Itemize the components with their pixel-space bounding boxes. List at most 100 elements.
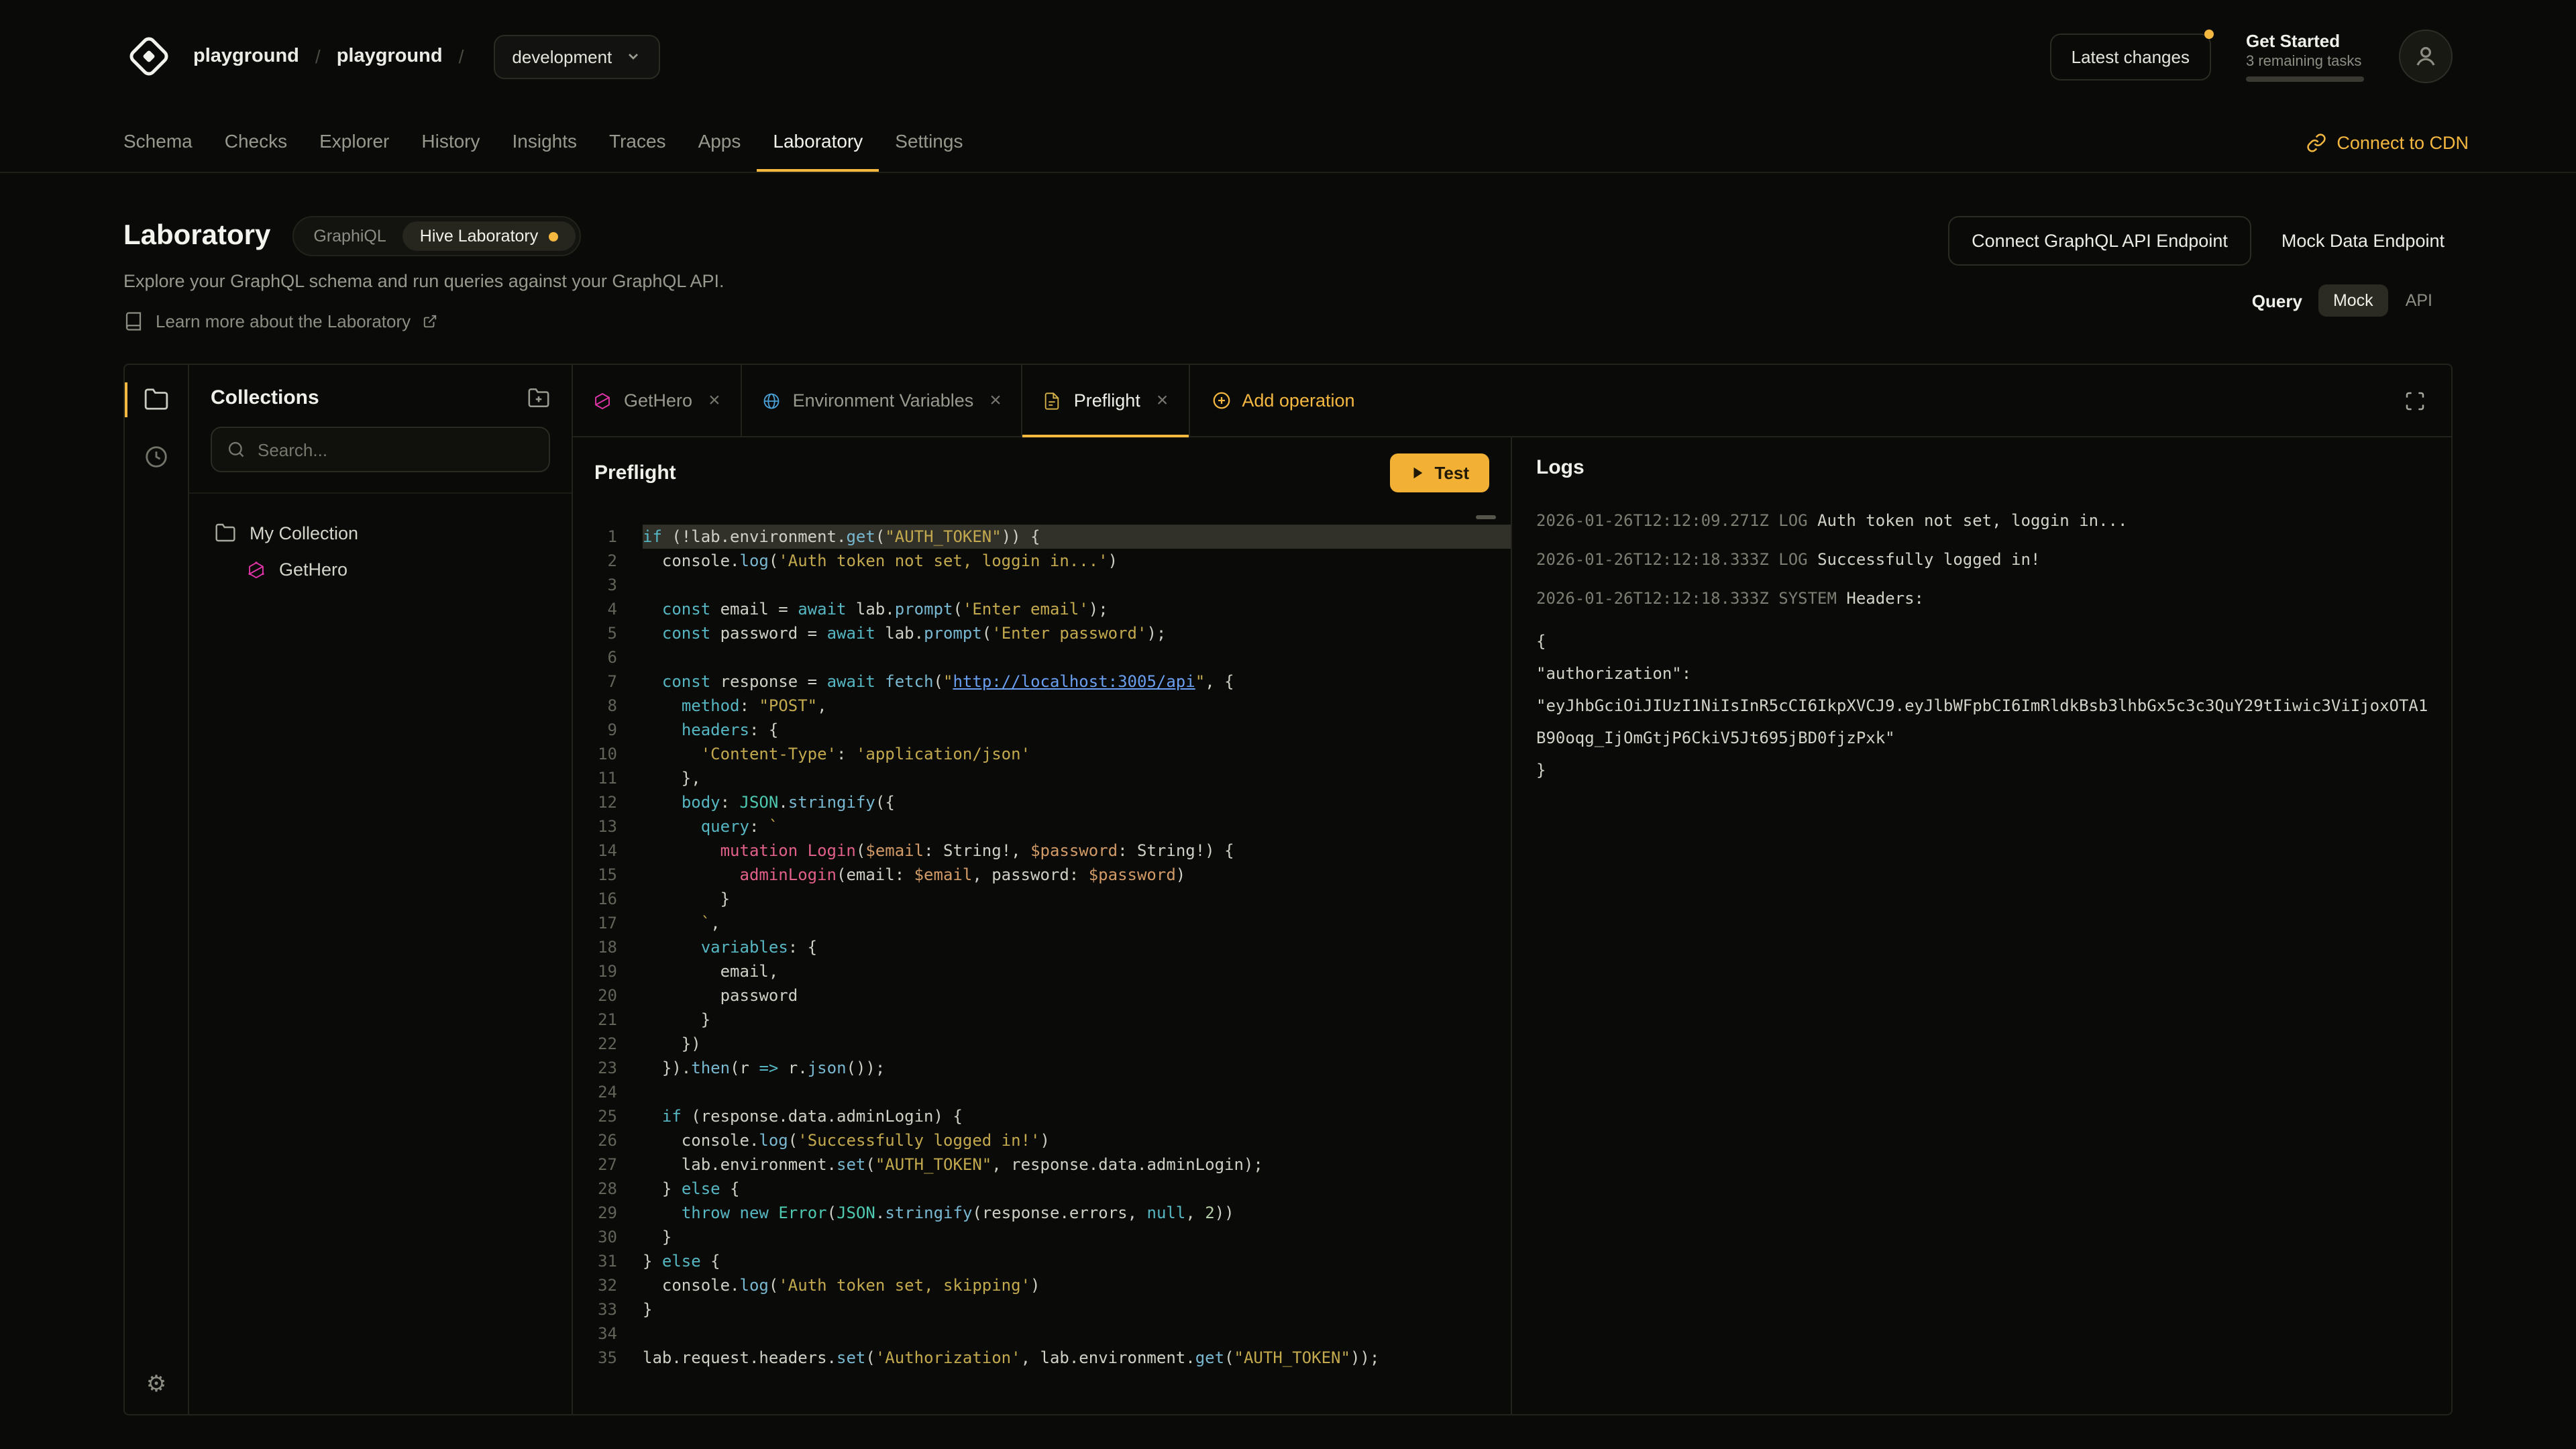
settings-rail-button[interactable]: ⚙: [146, 1373, 167, 1395]
graphiql-badge[interactable]: GraphiQL: [297, 221, 402, 251]
code-line[interactable]: 3: [573, 573, 1511, 597]
close-icon[interactable]: ×: [989, 389, 1002, 412]
nav-tab-checks[interactable]: Checks: [209, 113, 303, 172]
code-line[interactable]: 17 `,: [573, 911, 1511, 935]
code-line[interactable]: 15 adminLogin(email: $email, password: $…: [573, 863, 1511, 887]
nav-tab-schema[interactable]: Schema: [107, 113, 209, 172]
close-icon[interactable]: ×: [708, 389, 720, 412]
latest-changes-label: Latest changes: [2072, 46, 2190, 66]
add-operation-button[interactable]: Add operation: [1189, 365, 1376, 436]
code-line[interactable]: 7 const response = await fetch("http://l…: [573, 669, 1511, 694]
code-line[interactable]: 11 },: [573, 766, 1511, 790]
code-line[interactable]: 22 }): [573, 1032, 1511, 1056]
code-line[interactable]: 1if (!lab.environment.get("AUTH_TOKEN"))…: [573, 525, 1511, 549]
code-line[interactable]: 20 password: [573, 983, 1511, 1008]
page-head-left: Laboratory GraphiQL Hive Laboratory Expl…: [123, 216, 724, 331]
tab-preflight[interactable]: Preflight ×: [1023, 365, 1190, 436]
nav-tab-traces[interactable]: Traces: [593, 113, 682, 172]
fold-marker[interactable]: [1476, 515, 1496, 519]
notification-dot: [2204, 29, 2214, 38]
top-header: playground / playground / development La…: [0, 0, 2576, 113]
query-endpoint-toggle: Query Mock API: [2252, 284, 2453, 317]
search-input[interactable]: [258, 439, 534, 460]
tab-label: GetHero: [624, 390, 692, 411]
connect-graphql-endpoint-button[interactable]: Connect GraphQL API Endpoint: [1947, 216, 2252, 266]
log-raw-line: "eyJhbGciOiJIUzI1NiIsInR5cCI6IkpXVCJ9.ey…: [1536, 690, 2427, 722]
code-line[interactable]: 12 body: JSON.stringify({: [573, 790, 1511, 814]
code-line[interactable]: 34: [573, 1322, 1511, 1346]
new-collection-button[interactable]: [527, 386, 550, 409]
log-raw-line: {: [1536, 625, 2427, 657]
breadcrumb-org[interactable]: playground: [193, 46, 299, 67]
log-raw-line: B90oqg_IjOmGtjP6CkiV5Jt695jBD0fjzPxk": [1536, 722, 2427, 754]
nav-tab-explorer[interactable]: Explorer: [303, 113, 405, 172]
nav-tab-laboratory[interactable]: Laboratory: [757, 113, 879, 172]
collections-rail-button[interactable]: [144, 386, 169, 412]
tab-gethero[interactable]: GetHero ×: [573, 365, 742, 436]
code-line[interactable]: 33}: [573, 1297, 1511, 1322]
nav-tab-insights[interactable]: Insights: [496, 113, 594, 172]
code-line[interactable]: 5 const password = await lab.prompt('Ent…: [573, 621, 1511, 645]
target-selector[interactable]: development: [493, 34, 660, 78]
code-line[interactable]: 8 method: "POST",: [573, 694, 1511, 718]
code-line[interactable]: 10 'Content-Type': 'application/json': [573, 742, 1511, 766]
test-button[interactable]: Test: [1390, 453, 1489, 492]
mock-data-endpoint-button[interactable]: Mock Data Endpoint: [2273, 217, 2453, 264]
hive-logo-icon[interactable]: [123, 31, 174, 82]
collection-item-label: My Collection: [250, 523, 358, 543]
code-line[interactable]: 6: [573, 645, 1511, 669]
code-line[interactable]: 35lab.request.headers.set('Authorization…: [573, 1346, 1511, 1370]
hive-laboratory-badge[interactable]: Hive Laboratory: [402, 221, 576, 251]
code-line[interactable]: 19 email,: [573, 959, 1511, 983]
connect-to-cdn-link[interactable]: Connect to CDN: [2306, 113, 2469, 172]
preflight-code-editor[interactable]: 1if (!lab.environment.get("AUTH_TOKEN"))…: [573, 508, 1511, 1414]
fullscreen-button[interactable]: [2379, 365, 2451, 436]
code-line[interactable]: 26 console.log('Successfully logged in!'…: [573, 1128, 1511, 1152]
nav-tab-history[interactable]: History: [405, 113, 496, 172]
get-started-progress-bar: [2246, 76, 2364, 82]
code-line[interactable]: 29 throw new Error(JSON.stringify(respon…: [573, 1201, 1511, 1225]
learn-more-link[interactable]: Learn more about the Laboratory: [123, 311, 724, 331]
breadcrumb-project[interactable]: playground: [337, 46, 443, 67]
code-line[interactable]: 31} else {: [573, 1249, 1511, 1273]
nav-tabs: SchemaChecksExplorerHistoryInsightsTrace…: [107, 113, 979, 172]
nav-tab-settings[interactable]: Settings: [879, 113, 979, 172]
toggle-mock-option[interactable]: Mock: [2318, 284, 2388, 317]
badge-dot: [549, 231, 558, 241]
code-line[interactable]: 14 mutation Login($email: String!, $pass…: [573, 839, 1511, 863]
code-line[interactable]: 18 variables: {: [573, 935, 1511, 959]
graphql-icon: [593, 391, 612, 410]
document-icon: [1043, 391, 1062, 410]
avatar[interactable]: [2399, 30, 2453, 83]
code-line[interactable]: 27 lab.environment.set("AUTH_TOKEN", res…: [573, 1152, 1511, 1177]
close-icon[interactable]: ×: [1157, 389, 1169, 412]
code-line[interactable]: 4 const email = await lab.prompt('Enter …: [573, 597, 1511, 621]
globe-icon: [762, 391, 781, 410]
code-line[interactable]: 25 if (response.data.adminLogin) {: [573, 1104, 1511, 1128]
history-rail-button[interactable]: [144, 444, 169, 470]
code-line[interactable]: 21 }: [573, 1008, 1511, 1032]
toggle-api-option[interactable]: API: [2391, 284, 2447, 317]
code-line[interactable]: 13 query: `: [573, 814, 1511, 839]
code-line[interactable]: 2 console.log('Auth token not set, loggi…: [573, 549, 1511, 573]
tab-label: Environment Variables: [793, 390, 974, 411]
code-line[interactable]: 16 }: [573, 887, 1511, 911]
latest-changes-button[interactable]: Latest changes: [2050, 33, 2211, 80]
plus-circle-icon: [1211, 390, 1231, 411]
collection-item-my-collection[interactable]: My Collection: [203, 514, 558, 551]
logs-panel: Logs 2026-01-26T12:12:09.271Z LOG Auth t…: [1512, 437, 2451, 1414]
external-link-icon: [423, 314, 437, 329]
tab-environment-variables[interactable]: Environment Variables ×: [742, 365, 1023, 436]
code-line[interactable]: 23 }).then(r => r.json());: [573, 1056, 1511, 1080]
code-line[interactable]: 32 console.log('Auth token set, skipping…: [573, 1273, 1511, 1297]
code-line[interactable]: 24: [573, 1080, 1511, 1104]
header-right: Latest changes Get Started 3 remaining t…: [2050, 30, 2453, 83]
collections-tree: My Collection GetHero: [189, 494, 572, 608]
code-line[interactable]: 28 } else {: [573, 1177, 1511, 1201]
code-line[interactable]: 9 headers: {: [573, 718, 1511, 742]
rail-active-indicator: [125, 382, 127, 417]
code-line[interactable]: 30 }: [573, 1225, 1511, 1249]
nav-tab-apps[interactable]: Apps: [682, 113, 757, 172]
operation-item-gethero[interactable]: GetHero: [235, 551, 558, 588]
get-started-widget[interactable]: Get Started 3 remaining tasks: [2246, 31, 2364, 82]
